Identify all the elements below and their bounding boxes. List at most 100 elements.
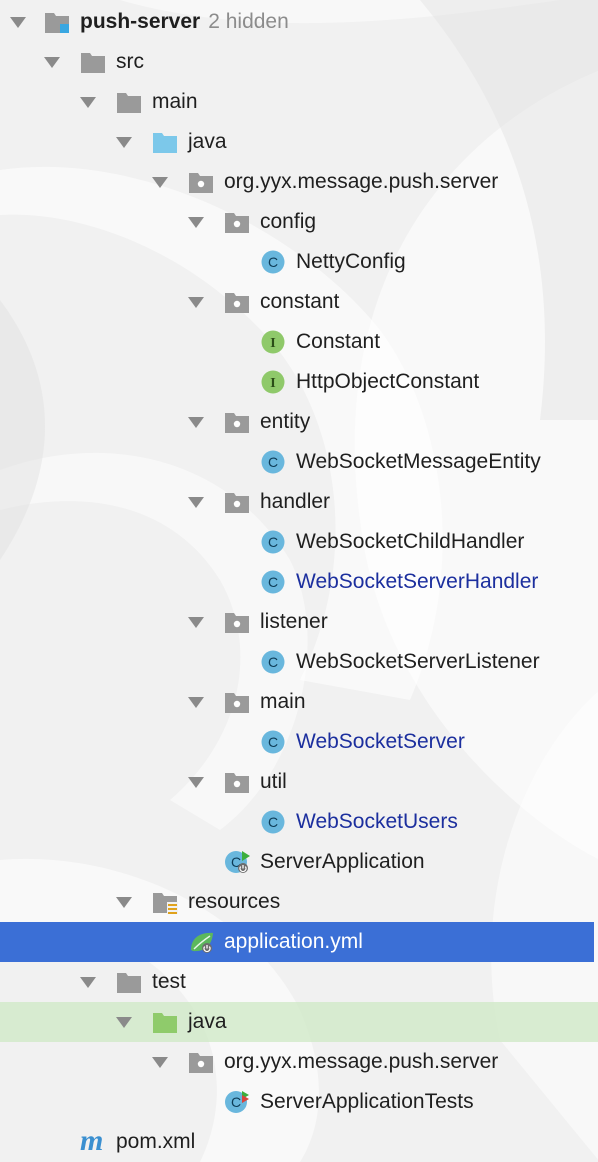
folder-icon bbox=[117, 973, 141, 993]
package-label: entity bbox=[260, 410, 311, 433]
collapse-arrow-icon[interactable] bbox=[116, 897, 132, 908]
class-label: ServerApplication bbox=[260, 850, 425, 873]
package-icon bbox=[225, 293, 249, 313]
collapse-arrow-icon[interactable] bbox=[188, 297, 204, 308]
folder-label: resources bbox=[188, 890, 281, 913]
folder-label: test bbox=[152, 970, 186, 993]
tree-row-test[interactable]: test bbox=[0, 962, 594, 1002]
tree-row-netty-config[interactable]: C NettyConfig bbox=[0, 242, 594, 282]
svg-text:C: C bbox=[268, 654, 278, 670]
collapse-arrow-icon[interactable] bbox=[188, 617, 204, 628]
package-label: org.yyx.message.push.server bbox=[224, 1050, 499, 1073]
source-folder-icon bbox=[153, 133, 177, 153]
tree-row-ws-users[interactable]: C WebSocketUsers bbox=[0, 802, 594, 842]
class-icon: C bbox=[261, 570, 285, 594]
tree-row-test-java[interactable]: java bbox=[0, 1002, 598, 1042]
collapse-arrow-icon[interactable] bbox=[188, 217, 204, 228]
interface-label: Constant bbox=[296, 330, 381, 353]
tree-row-pom-xml[interactable]: m pom.xml bbox=[0, 1122, 594, 1162]
tree-row-server-application-tests[interactable]: C ServerApplicationTests bbox=[0, 1082, 594, 1122]
tree-row-package[interactable]: org.yyx.message.push.server bbox=[0, 162, 594, 202]
tree-row-listener[interactable]: listener bbox=[0, 602, 594, 642]
package-icon bbox=[189, 173, 213, 193]
tree-row-main[interactable]: main bbox=[0, 82, 594, 122]
file-label: pom.xml bbox=[116, 1130, 196, 1153]
collapse-arrow-icon[interactable] bbox=[80, 97, 96, 108]
collapse-arrow-icon[interactable] bbox=[188, 697, 204, 708]
interface-icon: I bbox=[261, 370, 285, 394]
collapse-arrow-icon[interactable] bbox=[152, 1057, 168, 1068]
class-label-modified: WebSocketUsers bbox=[296, 810, 458, 833]
resources-folder-icon bbox=[153, 893, 178, 914]
folder-icon bbox=[117, 93, 141, 113]
tree-row-ws-child-handler[interactable]: C WebSocketChildHandler bbox=[0, 522, 594, 562]
class-icon: C bbox=[261, 250, 285, 274]
svg-text:C: C bbox=[268, 574, 278, 590]
collapse-arrow-icon[interactable] bbox=[80, 977, 96, 988]
test-class-icon: C bbox=[225, 1091, 249, 1113]
tree-row-main-package[interactable]: main bbox=[0, 682, 594, 722]
package-label: org.yyx.message.push.server bbox=[224, 170, 499, 193]
hidden-count-note: 2 hidden bbox=[208, 10, 289, 33]
package-label: constant bbox=[260, 290, 340, 313]
tree-row-src[interactable]: src bbox=[0, 42, 594, 82]
tree-row-constant-interface[interactable]: I Constant bbox=[0, 322, 594, 362]
collapse-arrow-icon[interactable] bbox=[188, 417, 204, 428]
tree-row-http-object-constant[interactable]: I HttpObjectConstant bbox=[0, 362, 594, 402]
folder-label: main bbox=[152, 90, 198, 113]
maven-icon: m bbox=[80, 1124, 104, 1157]
collapse-arrow-icon[interactable] bbox=[116, 1017, 132, 1028]
package-icon bbox=[225, 613, 249, 633]
collapse-arrow-icon[interactable] bbox=[188, 777, 204, 788]
svg-text:C: C bbox=[268, 454, 278, 470]
svg-text:C: C bbox=[268, 814, 278, 830]
class-label: WebSocketServerListener bbox=[296, 650, 540, 673]
collapse-arrow-icon[interactable] bbox=[116, 137, 132, 148]
package-icon bbox=[225, 493, 249, 513]
folder-icon bbox=[81, 53, 105, 73]
package-label: config bbox=[260, 210, 317, 233]
tree-row-constant[interactable]: constant bbox=[0, 282, 594, 322]
svg-text:C: C bbox=[268, 734, 278, 750]
class-icon: C bbox=[261, 810, 285, 834]
tree-row-resources[interactable]: resources bbox=[0, 882, 594, 922]
interface-label: HttpObjectConstant bbox=[296, 370, 480, 393]
file-label: application.yml bbox=[224, 930, 363, 953]
folder-label: java bbox=[188, 130, 227, 153]
package-icon bbox=[189, 1053, 213, 1073]
tree-row-entity[interactable]: entity bbox=[0, 402, 594, 442]
collapse-arrow-icon[interactable] bbox=[10, 17, 26, 28]
tree-row-ws-server[interactable]: C WebSocketServer bbox=[0, 722, 594, 762]
svg-text:I: I bbox=[270, 376, 275, 391]
collapse-arrow-icon[interactable] bbox=[188, 497, 204, 508]
folder-label: src bbox=[116, 50, 144, 73]
spring-config-file-icon bbox=[191, 932, 213, 953]
tree-row-config[interactable]: config bbox=[0, 202, 594, 242]
tree-row-project-root[interactable]: push-server 2 hidden bbox=[0, 2, 594, 42]
tree-row-ws-server-listener[interactable]: C WebSocketServerListener bbox=[0, 642, 594, 682]
tree-row-util[interactable]: util bbox=[0, 762, 594, 802]
package-label: util bbox=[260, 770, 287, 793]
package-label: listener bbox=[260, 610, 328, 633]
tree-row-ws-server-handler[interactable]: C WebSocketServerHandler bbox=[0, 562, 594, 602]
tree-row-server-application[interactable]: C ServerApplication bbox=[0, 842, 594, 882]
test-source-folder-icon bbox=[153, 1013, 177, 1033]
svg-text:I: I bbox=[270, 336, 275, 351]
class-label: NettyConfig bbox=[296, 250, 406, 273]
svg-text:C: C bbox=[231, 1094, 241, 1110]
class-label-modified: WebSocketServerHandler bbox=[296, 570, 539, 593]
tree-row-ws-message-entity[interactable]: C WebSocketMessageEntity bbox=[0, 442, 594, 482]
class-icon: C bbox=[261, 450, 285, 474]
tree-row-application-yml[interactable]: application.yml bbox=[0, 922, 594, 962]
class-label: WebSocketMessageEntity bbox=[296, 450, 541, 473]
collapse-arrow-icon[interactable] bbox=[152, 177, 168, 188]
class-label: WebSocketChildHandler bbox=[296, 530, 525, 553]
package-icon bbox=[225, 213, 249, 233]
class-icon: C bbox=[261, 650, 285, 674]
class-icon: C bbox=[261, 730, 285, 754]
tree-row-handler[interactable]: handler bbox=[0, 482, 594, 522]
tree-row-java[interactable]: java bbox=[0, 122, 594, 162]
collapse-arrow-icon[interactable] bbox=[44, 57, 60, 68]
interface-icon: I bbox=[261, 330, 285, 354]
tree-row-test-package[interactable]: org.yyx.message.push.server bbox=[0, 1042, 594, 1082]
